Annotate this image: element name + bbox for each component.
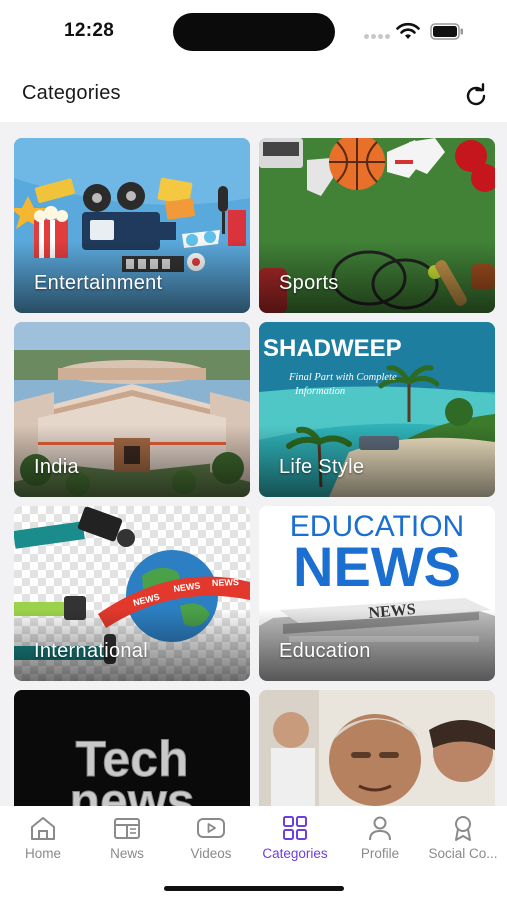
nav-item-home[interactable]: Home <box>1 814 85 866</box>
dynamic-island <box>173 13 335 51</box>
category-card-international[interactable]: NEWS NEWS NEWS International <box>14 506 250 681</box>
play-icon <box>197 818 225 838</box>
category-card-india[interactable]: India <box>14 322 250 497</box>
nav-label: Profile <box>360 846 400 861</box>
category-card-sports[interactable]: Sports <box>259 138 495 313</box>
category-label: International <box>34 640 148 662</box>
category-card-education[interactable]: EDUCATION NEWS NEWS Education <box>259 506 495 681</box>
home-indicator <box>164 886 344 891</box>
battery-icon <box>430 23 463 40</box>
category-label: India <box>34 456 79 478</box>
art-news-word: news <box>69 773 194 806</box>
nav-label: Categories <box>262 846 328 861</box>
nav-item-social[interactable]: Social Co... <box>421 814 505 866</box>
newspaper-icon <box>114 818 140 839</box>
banner-subtitle-1: Final Part with Complete <box>288 372 397 383</box>
person-icon <box>369 816 391 841</box>
award-icon <box>455 816 471 841</box>
nav-item-videos[interactable]: Videos <box>169 814 253 866</box>
page-title: Categories <box>22 82 121 104</box>
nav-label: Home <box>24 846 61 861</box>
status-time: 12:28 <box>64 20 115 41</box>
category-card-politics[interactable] <box>259 690 495 806</box>
nav-label: Social Co... <box>428 846 498 861</box>
nav-item-profile[interactable]: Profile <box>338 814 422 866</box>
nav-item-categories[interactable]: Categories <box>253 814 337 866</box>
nav-item-news[interactable]: News <box>85 814 169 866</box>
category-card-life-style[interactable]: SHADWEEP Final Part with Complete Inform… <box>259 322 495 497</box>
refresh-icon <box>466 83 486 106</box>
category-card-entertainment[interactable]: Entertainment <box>14 138 250 313</box>
tech-news-illustration: Tech news <box>14 690 250 806</box>
home-icon <box>31 817 55 840</box>
category-label: Life Style <box>279 456 365 478</box>
refresh-button[interactable] <box>460 80 492 112</box>
politician-photo <box>259 690 495 806</box>
nav-label: News <box>110 846 144 861</box>
wifi-icon <box>396 22 420 39</box>
cellular-signal-icon <box>364 26 392 44</box>
banner-subtitle-2: Information <box>294 386 345 397</box>
category-label: Entertainment <box>34 272 163 294</box>
category-label: Education <box>279 640 371 662</box>
nav-label: Videos <box>190 846 232 861</box>
ribbon-text-3: NEWS <box>212 577 239 588</box>
categories-grid: Entertainment Sports India SHADWEEP Fina… <box>0 122 507 806</box>
header: Categories <box>0 68 507 120</box>
category-card-tech[interactable]: Tech news <box>14 690 250 806</box>
art-news-word: NEWS <box>293 535 461 598</box>
category-label: Sports <box>279 272 339 294</box>
status-bar: 12:28 <box>0 0 507 62</box>
banner-title: SHADWEEP <box>263 335 402 362</box>
grid-icon <box>283 816 307 840</box>
